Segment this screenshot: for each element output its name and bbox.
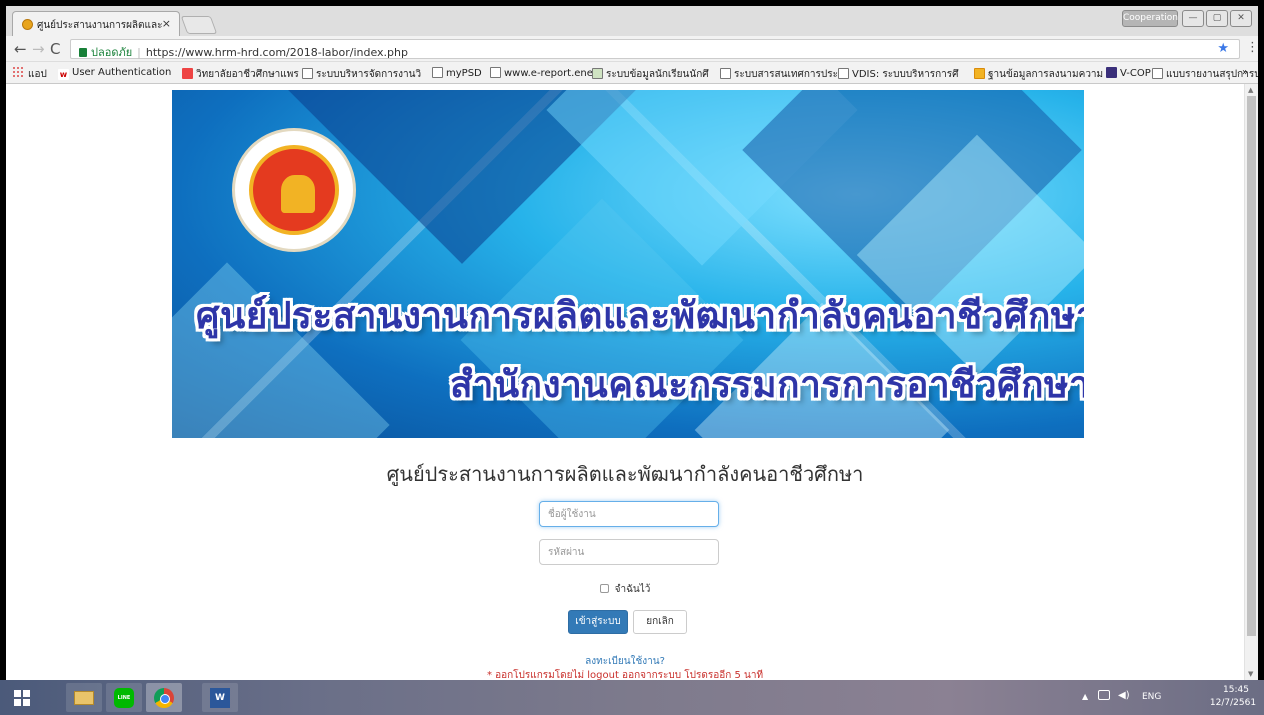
scroll-down-arrow-icon[interactable]: ▼ [1248,670,1253,678]
maximize-button[interactable]: ▢ [1206,10,1228,27]
line-app-icon: LINE [114,688,134,708]
browser-toolbar: ← → C ปลอดภัย | https://www.hrm-hrd.com/20… [6,36,1259,62]
taskbar-word[interactable]: W [202,683,238,712]
banner-title: ศูนย์ประสานงานการผลิตและพัฒนากำลังคนอาชี… [196,294,1084,337]
bookmark-apps[interactable]: แอป [28,67,47,82]
bookmark-label: ฐานข้อมูลการลงนามความ [988,69,1104,80]
page-scrollbar[interactable]: ▲ ▼ [1244,84,1258,680]
secure-label: ปลอดภัย [91,46,133,59]
page-icon [592,68,603,79]
url-text: https://www.hrm-hrd.com/2018-labor/index… [145,46,408,59]
tab-close-icon[interactable]: × [162,17,171,30]
medal-icon [974,68,985,79]
bookmark-user-authentication[interactable]: w User Authentication [58,67,171,80]
profile-button[interactable]: Cooperation [1122,10,1178,27]
scroll-thumb[interactable] [1247,96,1256,636]
taskbar-file-explorer[interactable] [66,683,102,712]
reload-icon[interactable]: C [50,40,60,58]
forward-arrow-icon[interactable]: → [32,40,45,58]
clock-time[interactable]: 15:45 [1216,685,1256,695]
volume-icon[interactable]: ◀) [1118,690,1130,701]
browser-menu-icon[interactable]: ⋮ [1246,40,1259,55]
bookmark-v-cop[interactable]: V-COP [1106,67,1151,79]
windows-logo-icon [14,690,30,706]
tab-title: ศูนย์ประสานงานการผลิตและ [37,20,163,31]
new-tab-button[interactable] [180,16,218,34]
remember-me-label: จำฉันไว้ [614,584,651,595]
bookmark-label: ระบบสารสนเทศการประ [734,69,838,80]
chrome-icon [154,688,174,708]
bookmarks-overflow-icon[interactable]: » [1242,67,1248,78]
v-cop-icon [1106,67,1117,78]
bookmark-star-icon[interactable]: ★ [1217,41,1229,56]
page-icon [432,67,443,78]
clock-date[interactable]: 12/7/2561 [1208,698,1258,708]
bookmark-label: ระบบข้อมูลนักเรียนนักศึ [606,69,709,80]
tray-expand-icon[interactable]: ▲ [1082,692,1088,701]
bookmarks-bar: แอป w User Authentication วิทยาลัยอาชีวศึ… [6,62,1258,84]
bookmark-label: User Authentication [72,67,172,78]
taskbar-line-app[interactable]: LINE [106,683,142,712]
page-icon [720,68,731,79]
title-bar: ศูนย์ประสานงานการผลิตและ × Cooperation —… [6,6,1258,36]
bookmark-signature-database[interactable]: ฐานข้อมูลการลงนามความ [974,67,1103,82]
back-arrow-icon[interactable]: ← [14,40,27,58]
lock-icon [79,48,87,57]
page-icon [1152,68,1163,79]
browser-window: ศูนย์ประสานงานการผลิตและ × Cooperation —… [6,6,1259,680]
close-window-button[interactable]: ✕ [1230,10,1252,27]
bookmark-label: VDIS: ระบบบริหารการศึ [852,69,959,80]
page-icon [838,68,849,79]
page-icon [182,68,193,79]
login-button[interactable]: เข้าสู่ระบบ [568,610,628,634]
folder-icon [74,691,94,705]
bookmark-label: ระบบบริหารจัดการงานวิ [316,69,422,80]
bookmark-student-data[interactable]: ระบบข้อมูลนักเรียนนักศึ [592,67,709,82]
network-icon[interactable] [1098,690,1110,700]
remember-me-row[interactable]: จำฉันไว้ [6,582,1244,597]
logo-crest [281,175,315,213]
taskbar-chrome[interactable] [146,683,182,712]
vocational-commission-logo [232,128,356,252]
logout-warning-note: * ออกโปรแกรมโดยไม่ logout ออกจากระบบ โปร… [486,670,764,680]
omnibox-separator: | [137,46,141,59]
language-indicator[interactable]: ENG [1142,692,1161,702]
page-viewport: ศูนย์ประสานงานการผลิตและพัฒนากำลังคนอาชี… [6,84,1258,680]
minimize-button[interactable]: — [1182,10,1204,27]
start-button[interactable] [6,683,42,712]
bookmark-label: V-COP [1120,68,1151,79]
bookmark-college[interactable]: วิทยาลัยอาชีวศึกษาแพร [182,67,299,82]
desktop-screen: ศูนย์ประสานงานการผลิตและ × Cooperation —… [0,0,1264,715]
page-icon [302,68,313,79]
favicon-icon [22,19,33,30]
login-heading: ศูนย์ประสานงานการผลิตและพัฒนากำลังคนอาชี… [386,462,864,486]
address-bar[interactable]: ปลอดภัย | https://www.hrm-hrd.com/2018-lab… [70,39,1240,59]
header-banner: ศูนย์ประสานงานการผลิตและพัฒนากำลังคนอาชี… [172,90,1084,438]
cancel-button[interactable]: ยกเลิก [633,610,687,634]
scroll-up-arrow-icon[interactable]: ▲ [1248,86,1253,94]
bookmark-information-system[interactable]: ระบบสารสนเทศการประ [720,67,838,82]
bookmark-management-system[interactable]: ระบบบริหารจัดการงานวิ [302,67,421,82]
remember-me-checkbox[interactable] [599,584,609,593]
logo-emblem [249,145,339,235]
apps-grid-icon[interactable] [12,66,24,78]
word-icon: W [210,688,230,708]
bookmark-label: myPSD [446,68,482,79]
page-icon: w [58,69,69,80]
username-input[interactable] [539,501,719,527]
bookmark-mypsd[interactable]: myPSD [432,67,482,79]
banner-subtitle: สำนักงานคณะกรรมการการอาชีวศึกษา [450,363,1084,406]
bookmark-vdis[interactable]: VDIS: ระบบบริหารการศึ [838,67,959,82]
bookmark-label: www.e-report.energ [504,68,604,79]
register-link[interactable]: ลงทะเบียนใช้งาน? [6,654,1244,669]
page-icon [490,67,501,78]
password-input[interactable] [539,539,719,565]
browser-tab[interactable]: ศูนย์ประสานงานการผลิตและ × [12,11,180,36]
bookmark-label: วิทยาลัยอาชีวศึกษาแพร [196,69,299,80]
windows-taskbar: LINE W ▲ ◀) ENG 15:45 12/7/2561 [0,680,1264,715]
bookmark-e-report[interactable]: www.e-report.energ [490,67,603,79]
